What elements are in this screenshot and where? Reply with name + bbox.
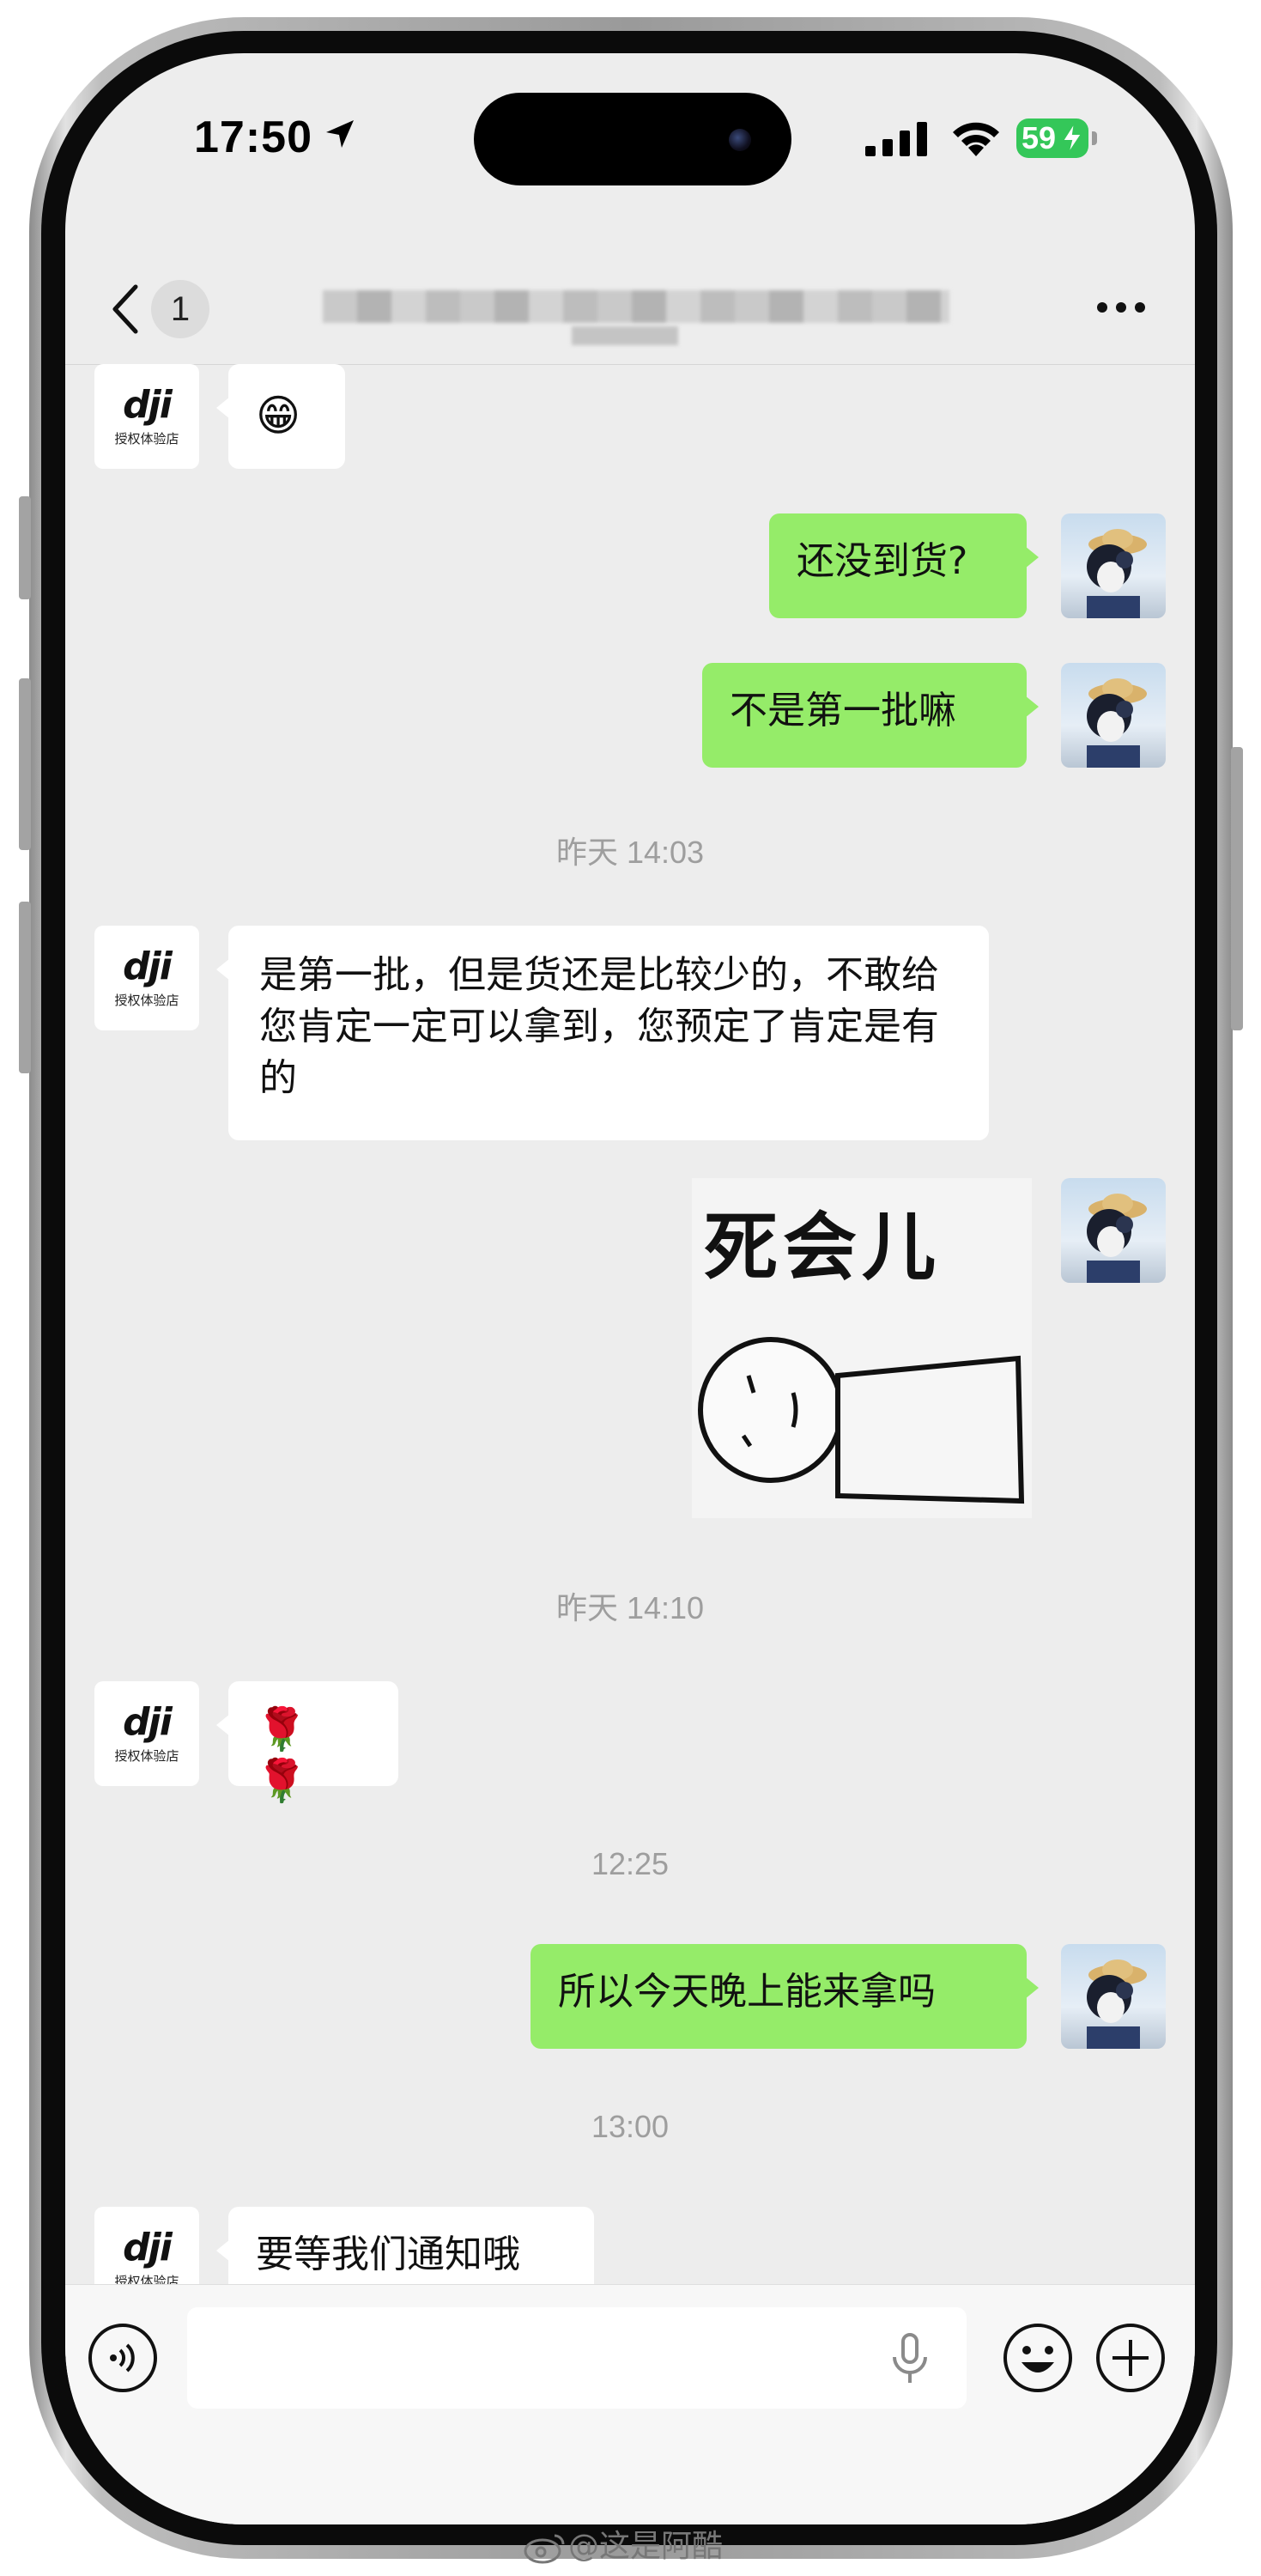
- message-timestamp: 12:25: [591, 1846, 670, 1881]
- back-chevron-icon[interactable]: [108, 282, 142, 337]
- message-timestamp: 13:00: [591, 2109, 670, 2144]
- more-icon[interactable]: [1095, 301, 1147, 314]
- contact-status-redacted: [572, 326, 678, 345]
- message-input[interactable]: [187, 2307, 967, 2409]
- weibo-icon: [524, 2534, 565, 2564]
- penguin-avatar-icon: [1087, 678, 1147, 768]
- dji-store-label: 授权体验店: [114, 1747, 179, 1764]
- watermark-text: @这是阿酷: [568, 2529, 724, 2564]
- watermark: @这是阿酷: [524, 2521, 723, 2566]
- input-bar: [65, 2284, 1195, 2524]
- screen: 17:50 59 1 dji 授权体验店 😁 还没到货? 不是第一批嘛 昨天 1…: [65, 53, 1195, 2524]
- action-button: [19, 496, 31, 599]
- message-timestamp: 昨天 14:10: [555, 1590, 705, 1625]
- plus-icon[interactable]: [1095, 2323, 1166, 2393]
- avatar-user[interactable]: [1061, 663, 1166, 768]
- power-button: [1231, 747, 1243, 1030]
- penguin-avatar-icon: [1087, 529, 1147, 618]
- dji-store-label: 授权体验店: [114, 430, 179, 447]
- unread-count-badge[interactable]: 1: [151, 280, 209, 338]
- message-bubble[interactable]: 是第一批，但是货还是比较少的，不敢给您肯定一定可以拿到，您预定了肯定是有的: [216, 926, 989, 1140]
- avatar-user[interactable]: [1061, 1178, 1166, 1283]
- message-timestamp: 昨天 14:03: [555, 835, 705, 870]
- message-bubble[interactable]: 🌹 🌹: [216, 1681, 398, 1805]
- voice-icon[interactable]: [88, 2323, 158, 2393]
- dji-logo: dji: [123, 382, 173, 427]
- chat-header: 1: [65, 234, 1195, 365]
- contact-name-redacted: [323, 290, 949, 323]
- dji-logo: dji: [123, 1699, 173, 1744]
- front-camera: [729, 129, 751, 151]
- penguin-avatar-icon: [1087, 1959, 1147, 2049]
- dji-logo: dji: [123, 2225, 173, 2269]
- message-bubble[interactable]: 所以今天晚上能来拿吗: [530, 1944, 1039, 2049]
- sticker-image[interactable]: 死会儿: [692, 1178, 1032, 1518]
- dji-logo: dji: [123, 944, 173, 988]
- status-bar: 17:50 59: [65, 53, 1195, 234]
- avatar-dji[interactable]: dji 授权体验店: [94, 1681, 199, 1786]
- avatar-dji[interactable]: dji 授权体验店: [94, 926, 199, 1030]
- status-time: 17:50: [194, 112, 312, 162]
- avatar-user[interactable]: [1061, 1944, 1166, 2049]
- battery-tip: [1092, 131, 1097, 145]
- charging-bolt-icon: [1061, 122, 1083, 155]
- volume-down-button: [19, 902, 31, 1073]
- avatar-user[interactable]: [1061, 513, 1166, 618]
- avatar-dji[interactable]: dji 授权体验店: [94, 364, 199, 469]
- signal-icon: [865, 122, 927, 156]
- wifi-icon: [953, 122, 999, 156]
- message-bubble[interactable]: 😁: [216, 364, 345, 469]
- message-bubble[interactable]: 还没到货?: [769, 513, 1039, 618]
- penguin-avatar-icon: [1087, 1194, 1147, 1283]
- chat-messages: dji 授权体验店 😁 还没到货? 不是第一批嘛 昨天 14:03 dji 授权…: [65, 364, 1195, 2313]
- sleeping-figure-icon: [698, 1337, 1025, 1504]
- location-arrow-icon: [326, 120, 354, 148]
- dji-store-label: 授权体验店: [114, 992, 179, 1008]
- mic-icon[interactable]: [891, 2333, 929, 2385]
- message-bubble[interactable]: 不是第一批嘛: [702, 663, 1039, 768]
- emoji-icon[interactable]: [1003, 2323, 1073, 2393]
- volume-up-button: [19, 678, 31, 850]
